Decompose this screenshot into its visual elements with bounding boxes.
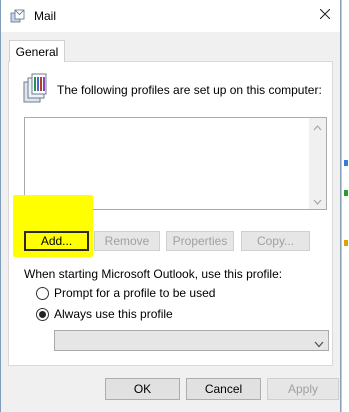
mail-profiles-icon: [22, 72, 50, 106]
ok-button-label: OK: [133, 382, 152, 396]
close-icon: [319, 8, 331, 22]
radio-unselected: [36, 286, 49, 300]
always-use-profile-label: Always use this profile: [54, 307, 173, 321]
chevron-down-icon: [314, 337, 324, 351]
background-mark: [344, 240, 348, 246]
remove-profile-button[interactable]: Remove: [94, 231, 160, 251]
background-window-edge: [341, 0, 349, 412]
mail-dialog: Mail General The following profiles are …: [0, 0, 341, 412]
chevron-down-icon: [313, 194, 322, 208]
add-button-label: Add...: [40, 234, 73, 248]
profile-properties-button[interactable]: Properties: [166, 231, 234, 251]
cancel-button-label: Cancel: [204, 382, 243, 396]
background-mark: [344, 160, 348, 166]
startup-profile-label: When starting Microsoft Outlook, use thi…: [24, 267, 283, 281]
background-mark: [344, 190, 348, 196]
radio-selected: [36, 307, 49, 321]
tab-general[interactable]: General: [9, 40, 65, 62]
cancel-button[interactable]: Cancel: [186, 378, 261, 400]
tab-label: General: [15, 44, 59, 59]
prompt-profile-radio[interactable]: Prompt for a profile to be used: [36, 286, 215, 300]
apply-button[interactable]: Apply: [267, 378, 339, 400]
always-use-profile-radio[interactable]: Always use this profile: [36, 307, 173, 321]
prompt-profile-label: Prompt for a profile to be used: [54, 286, 216, 300]
scroll-down-button[interactable]: [309, 192, 326, 209]
radio-dot: [39, 310, 46, 318]
remove-button-label: Remove: [104, 234, 150, 248]
ok-button[interactable]: OK: [105, 378, 180, 400]
copy-button-label: Copy...: [256, 234, 295, 248]
scroll-up-button[interactable]: [309, 118, 326, 135]
title-bar[interactable]: Mail: [1, 0, 340, 32]
properties-button-label: Properties: [172, 234, 228, 248]
profiles-intro-text: The following profiles are set up on thi…: [57, 83, 322, 97]
mail-profiles-icon: [10, 9, 26, 23]
chevron-up-icon: [313, 120, 322, 134]
window-title: Mail: [34, 9, 57, 23]
profiles-list-scrollbar[interactable]: [309, 118, 326, 209]
close-button[interactable]: [310, 0, 340, 30]
profile-select[interactable]: [54, 330, 329, 351]
copy-profile-button[interactable]: Copy...: [241, 231, 310, 251]
add-profile-button[interactable]: Add...: [24, 231, 89, 251]
apply-button-label: Apply: [287, 382, 319, 396]
